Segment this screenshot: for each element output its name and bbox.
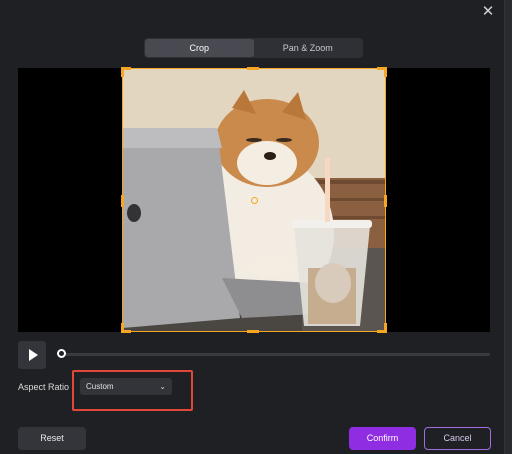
crop-handle-left[interactable] (121, 195, 124, 207)
tab-pan-zoom[interactable]: Pan & Zoom (254, 39, 363, 57)
tab-crop[interactable]: Crop (145, 39, 254, 57)
crop-mode-tabs: Crop Pan & Zoom (144, 38, 363, 58)
crop-handle-right[interactable] (384, 195, 387, 207)
aspect-ratio-label: Aspect Ratio (18, 382, 70, 392)
dialog-scrollbar[interactable] (504, 0, 512, 454)
aspect-ratio-value: Custom (86, 382, 114, 391)
timeline-track[interactable] (60, 353, 490, 356)
crop-frame[interactable] (121, 67, 387, 333)
crop-handle-top-left[interactable] (121, 67, 131, 77)
crop-handle-top[interactable] (247, 67, 259, 70)
play-icon (28, 349, 38, 361)
crop-handle-top-right[interactable] (377, 67, 387, 77)
crop-center-handle[interactable] (251, 197, 258, 204)
timeline-playhead[interactable] (57, 349, 66, 358)
cancel-button[interactable]: Cancel (424, 427, 491, 450)
crop-handle-bottom[interactable] (247, 330, 259, 333)
crop-handle-bottom-left[interactable] (121, 323, 131, 333)
reset-button[interactable]: Reset (18, 427, 86, 450)
aspect-ratio-select[interactable]: Custom ⌄ (80, 378, 172, 395)
crop-handle-bottom-right[interactable] (377, 323, 387, 333)
chevron-down-icon: ⌄ (159, 382, 166, 391)
close-icon[interactable]: ✕ (480, 3, 496, 19)
play-button[interactable] (18, 341, 46, 369)
confirm-button[interactable]: Confirm (349, 427, 416, 450)
preview-stage (18, 67, 490, 333)
